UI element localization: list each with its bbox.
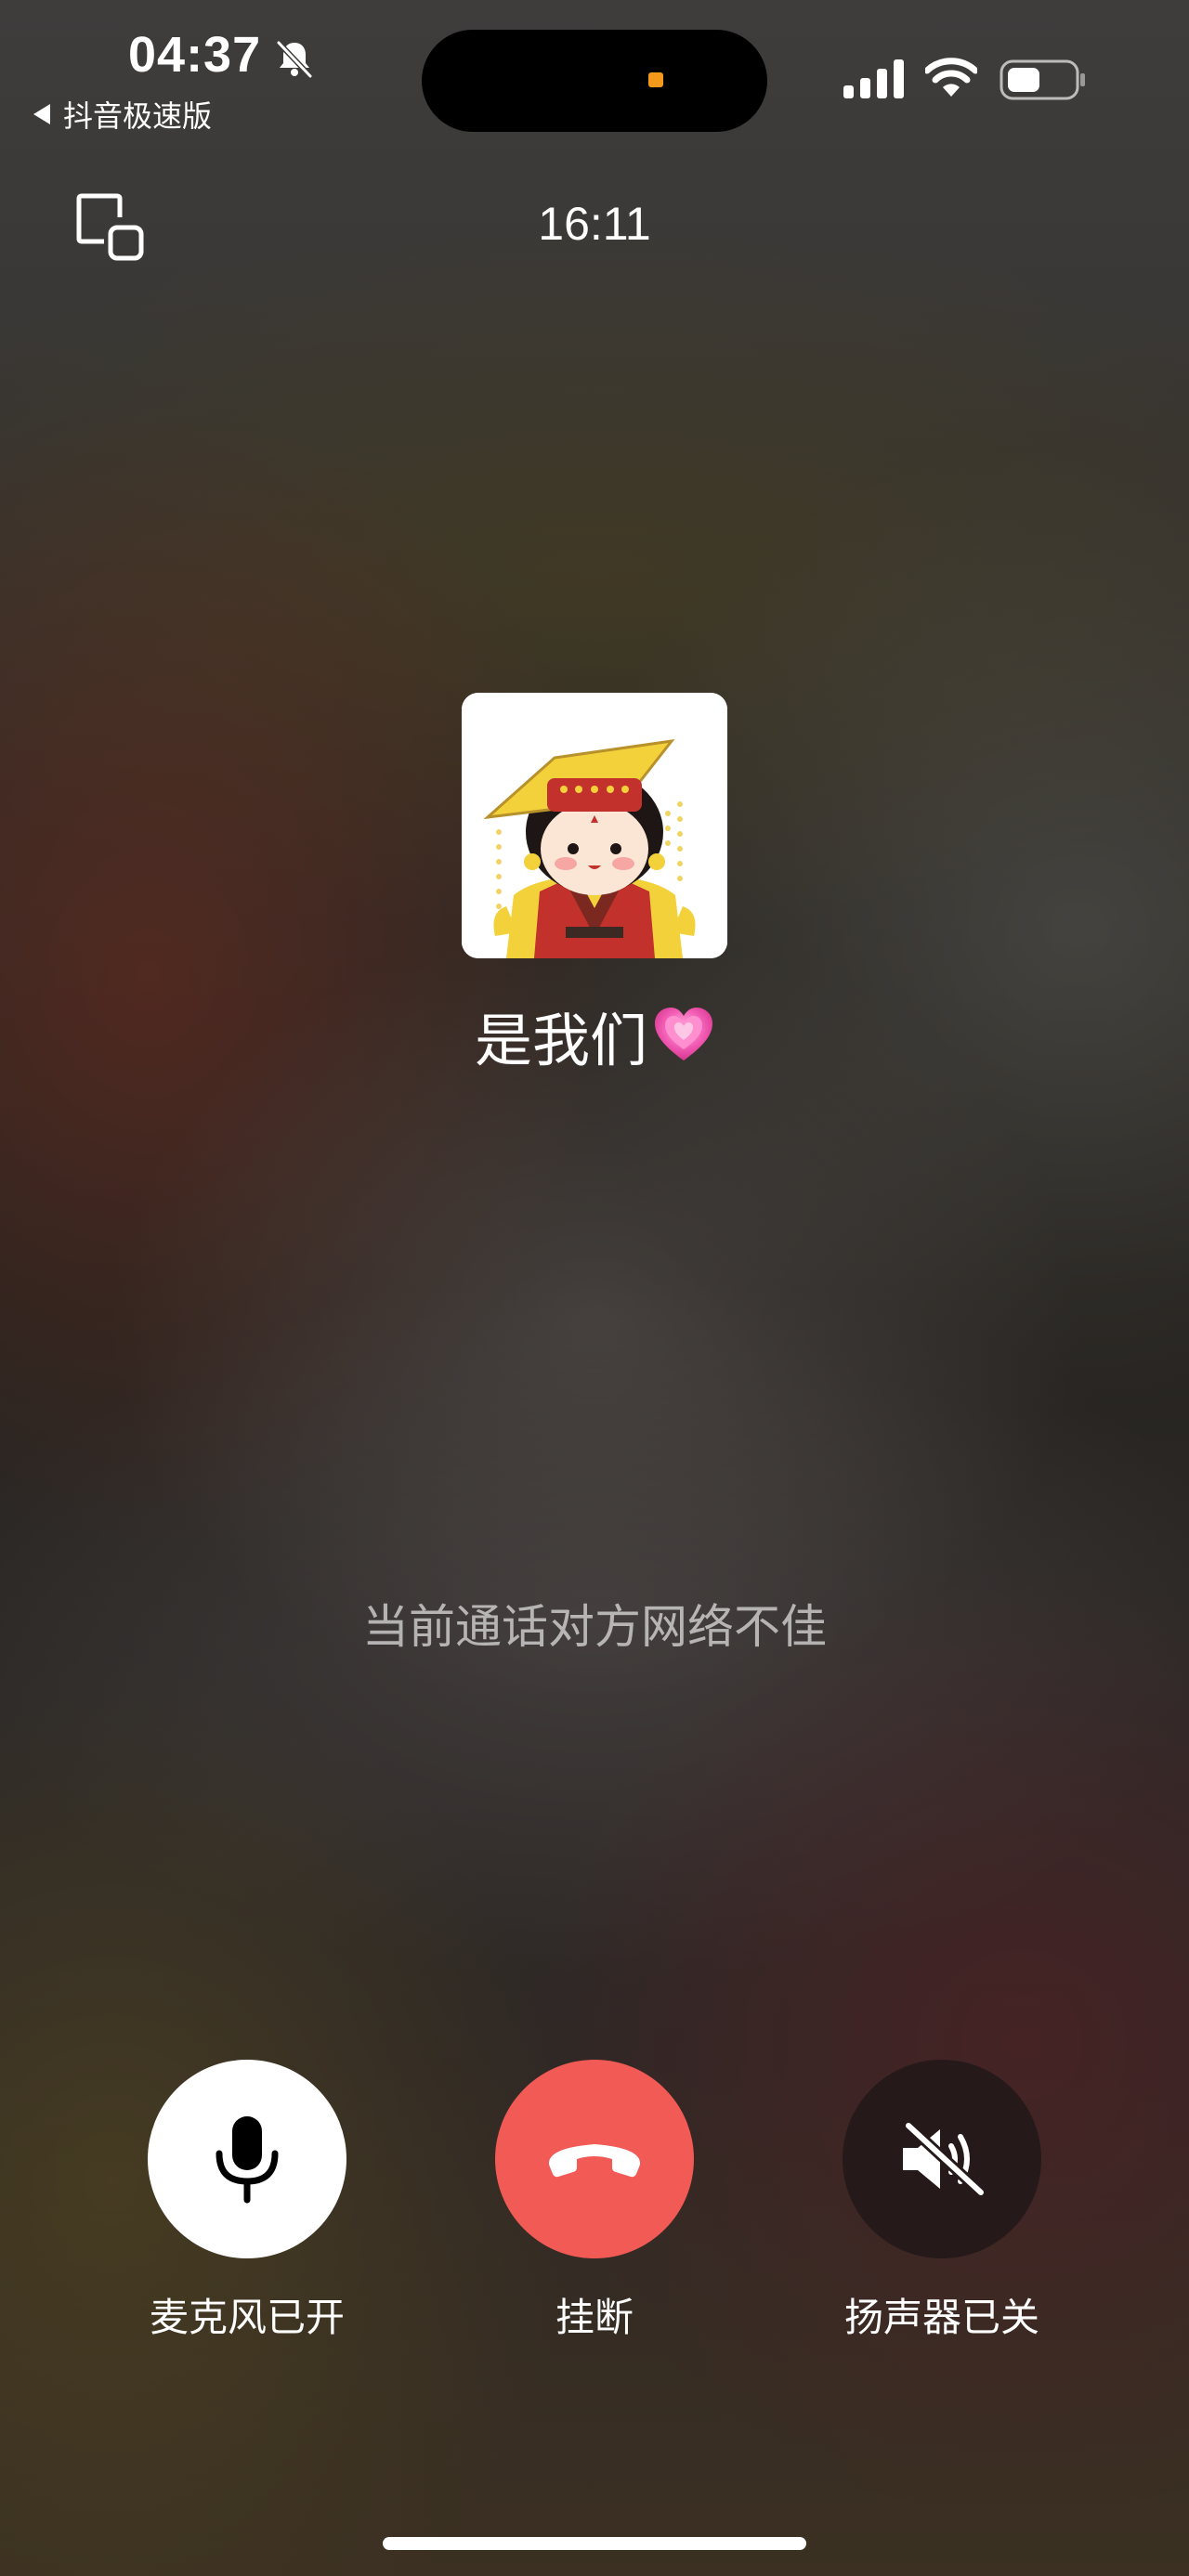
speaker-label: 扬声器已关 <box>843 2295 1039 2340</box>
speaker-control: 扬声器已关 <box>803 2060 1081 2343</box>
hangup-button[interactable] <box>495 2060 694 2258</box>
mic-label: 麦克风已开 <box>149 2295 345 2340</box>
avatar-illustration <box>462 693 727 958</box>
bell-off-icon <box>276 40 313 79</box>
network-warning-text: 当前通话对方网络不佳 <box>362 1600 827 1654</box>
contact-name-row: 是我们 <box>0 994 1189 1077</box>
pink-heart-icon <box>655 1008 712 1060</box>
phone-hangup-icon <box>548 2144 641 2178</box>
back-arrow-icon <box>33 104 50 124</box>
signal-icon <box>843 59 904 98</box>
contact-avatar[interactable] <box>462 693 727 958</box>
wifi-icon <box>925 58 977 97</box>
hangup-label: 挂断 <box>555 2295 634 2340</box>
speaker-muted-icon <box>903 2122 986 2196</box>
microphone-icon <box>216 2116 279 2204</box>
recording-indicator <box>648 72 663 87</box>
mic-control: 麦克风已开 <box>108 2060 386 2343</box>
back-to-app-link[interactable]: 抖音极速版 <box>33 93 212 136</box>
voice-call-screen: 04:37 抖音极速版 16:11 是我们 当前通话对方网络不佳 麦克风已开 挂… <box>0 0 1189 2576</box>
contact-name: 是我们 <box>474 1007 647 1074</box>
back-app-label: 抖音极速版 <box>63 99 213 133</box>
battery-icon <box>1000 59 1085 100</box>
call-duration: 16:11 <box>538 198 651 250</box>
hangup-control: 挂断 <box>455 2060 734 2343</box>
speaker-toggle-button[interactable] <box>843 2060 1041 2258</box>
mic-toggle-button[interactable] <box>148 2060 346 2258</box>
dynamic-island <box>422 30 767 132</box>
home-indicator[interactable] <box>383 2537 806 2550</box>
status-time: 04:37 <box>128 27 262 83</box>
